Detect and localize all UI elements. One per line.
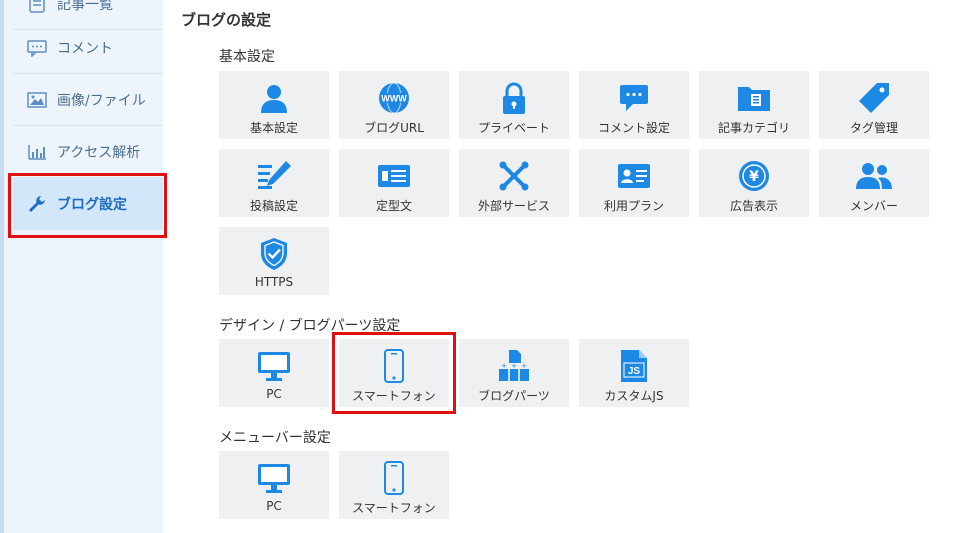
monitor-icon xyxy=(254,349,294,383)
tile-members[interactable]: メンバー xyxy=(819,149,929,217)
sidebar-item-label: コメント xyxy=(57,40,113,57)
shield-check-icon xyxy=(254,237,294,271)
blog-parts-icon: + + + xyxy=(494,349,534,383)
comment-icon xyxy=(27,38,47,58)
document-icon xyxy=(27,0,47,14)
sidebar-item-label: 画像/ファイル xyxy=(57,92,146,109)
yen-icon: ¥ xyxy=(734,159,774,193)
main-content: ブログの設定 基本設定 基本設定 WWW ブログURL プライベート コメント設… xyxy=(163,0,978,533)
svg-text:+: + xyxy=(501,362,507,370)
tile-blog-parts[interactable]: + + + ブログパーツ xyxy=(459,339,569,407)
tile-menubar-pc[interactable]: PC xyxy=(219,451,329,519)
svg-text:+: + xyxy=(511,362,517,370)
tile-external-services[interactable]: 外部サービス xyxy=(459,149,569,217)
person-icon xyxy=(254,81,294,115)
smartphone-icon xyxy=(374,461,414,495)
sidebar-item-blog-settings[interactable]: ブログ設定 xyxy=(13,178,163,230)
smartphone-icon xyxy=(374,349,414,383)
id-card-icon xyxy=(614,159,654,193)
section-title-design: デザイン / ブログパーツ設定 xyxy=(219,318,401,334)
sidebar-item-comments[interactable]: コメント xyxy=(13,22,163,74)
sidebar-item-analytics[interactable]: アクセス解析 xyxy=(13,126,163,178)
plugin-icon xyxy=(494,159,534,193)
tile-article-categories[interactable]: 記事カテゴリ xyxy=(699,71,809,139)
tile-design-pc[interactable]: PC xyxy=(219,339,329,407)
svg-text:WWW: WWW xyxy=(381,94,407,104)
tile-private[interactable]: プライベート xyxy=(459,71,569,139)
tile-ad-display[interactable]: ¥ 広告表示 xyxy=(699,149,809,217)
tag-icon xyxy=(854,81,894,115)
tile-https[interactable]: HTTPS xyxy=(219,227,329,295)
section-title-basic: 基本設定 xyxy=(219,49,275,65)
sidebar-item-label: アクセス解析 xyxy=(57,144,141,161)
tile-tag-management[interactable]: タグ管理 xyxy=(819,71,929,139)
lock-icon xyxy=(494,81,534,115)
pencil-icon xyxy=(254,159,294,193)
tile-post-settings[interactable]: 投稿設定 xyxy=(219,149,329,217)
folder-icon xyxy=(734,81,774,115)
svg-text:JS: JS xyxy=(628,366,641,377)
tile-basic-settings[interactable]: 基本設定 xyxy=(219,71,329,139)
sidebar-item-images[interactable]: 画像/ファイル xyxy=(13,74,163,126)
bar-chart-icon xyxy=(27,142,47,162)
tile-templates[interactable]: 定型文 xyxy=(339,149,449,217)
page-title: ブログの設定 xyxy=(181,11,272,29)
tile-usage-plan[interactable]: 利用プラン xyxy=(579,149,689,217)
section-title-menubar: メニューバー設定 xyxy=(219,430,331,446)
comment-bubble-icon xyxy=(614,81,654,115)
sidebar: 記事一覧 コメント 画像/ファイル アクセス解析 ブログ設定 xyxy=(0,0,163,533)
tile-comment-settings[interactable]: コメント設定 xyxy=(579,71,689,139)
sidebar-item-label: ブログ設定 xyxy=(57,196,127,213)
svg-text:+: + xyxy=(521,362,527,370)
tile-blog-url[interactable]: WWW ブログURL xyxy=(339,71,449,139)
tile-menubar-smartphone[interactable]: スマートフォン xyxy=(339,451,449,519)
js-file-icon: JS xyxy=(614,349,654,383)
members-icon xyxy=(854,159,894,193)
sidebar-edge xyxy=(0,0,4,533)
template-icon xyxy=(374,159,414,193)
wrench-icon xyxy=(27,194,47,214)
monitor-icon xyxy=(254,461,294,495)
sidebar-item-label: 記事一覧 xyxy=(57,0,113,13)
tile-custom-js[interactable]: JS カスタムJS xyxy=(579,339,689,407)
svg-text:¥: ¥ xyxy=(749,169,759,185)
image-icon xyxy=(27,90,47,110)
www-globe-icon: WWW xyxy=(374,81,414,115)
tile-design-smartphone[interactable]: スマートフォン xyxy=(339,339,449,407)
